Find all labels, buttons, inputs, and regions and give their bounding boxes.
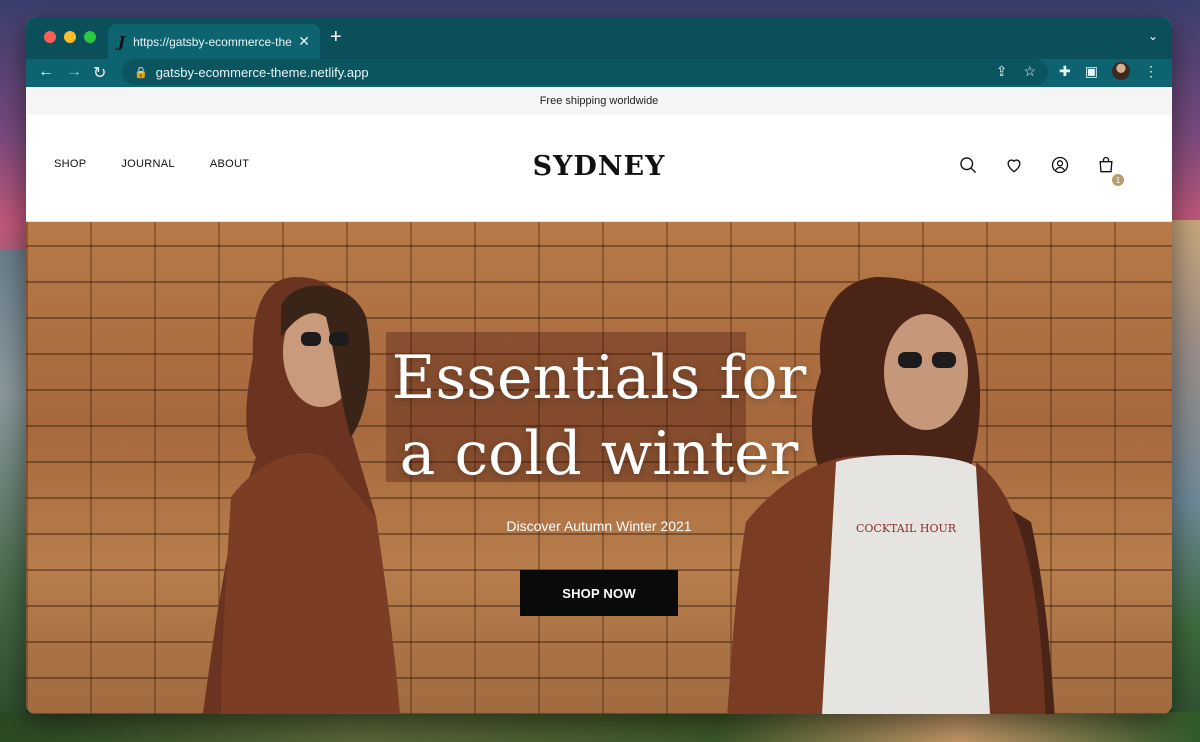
nav-about[interactable]: ABOUT [210, 158, 249, 170]
tab-search-chevron-icon[interactable]: ⌄ [1148, 29, 1158, 43]
kebab-menu-icon[interactable]: ⋮ [1144, 63, 1158, 80]
main-nav: SHOP JOURNAL ABOUT [54, 158, 249, 170]
nav-journal[interactable]: JOURNAL [121, 158, 174, 170]
extensions-icon[interactable]: ✚ [1059, 63, 1071, 80]
url-text: gatsby-ecommerce-theme.netlify.app [155, 64, 369, 80]
minimize-window-button[interactable] [64, 31, 76, 43]
heart-icon[interactable] [1004, 155, 1024, 175]
site-logo[interactable]: SYDNEY [533, 151, 666, 182]
bag-icon [1099, 156, 1113, 173]
zoom-window-button[interactable] [84, 31, 96, 43]
search-icon[interactable] [958, 155, 978, 175]
lock-icon[interactable]: 🔒 [134, 66, 148, 79]
back-icon[interactable]: ← [38, 63, 54, 81]
close-tab-icon[interactable]: ✕ [298, 33, 310, 50]
browser-window: J https://gatsby-ecommerce-theme.netlify… [26, 17, 1172, 714]
reload-icon[interactable]: ↻ [93, 63, 106, 83]
favicon: J [118, 32, 126, 51]
desktop-background-right [1172, 220, 1200, 730]
browser-toolbar: ← → ↻ 🔒 gatsby-ecommerce-theme.netlify.a… [26, 59, 1172, 87]
profile-avatar[interactable] [1112, 62, 1130, 80]
shop-now-button[interactable]: SHOP NOW [520, 570, 678, 616]
new-tab-button[interactable]: + [330, 26, 342, 49]
account-icon[interactable] [1050, 155, 1070, 175]
bookmark-star-icon[interactable]: ☆ [1023, 63, 1036, 80]
hero-title: Essentials for a cold winter [26, 340, 1172, 492]
nav-shop[interactable]: SHOP [54, 158, 86, 170]
share-icon[interactable]: ⇪ [996, 63, 1008, 80]
desktop-background-bottom [0, 712, 1200, 742]
site-header: SHOP JOURNAL ABOUT SYDNEY 1 [26, 115, 1172, 222]
hero-title-line-1: Essentials for [391, 343, 807, 413]
hero-title-line-2: a cold winter [399, 419, 799, 489]
desktop-background-left [0, 250, 26, 730]
sidebar-icon[interactable]: ▣ [1085, 63, 1098, 80]
hero-subtitle: Discover Autumn Winter 2021 [506, 518, 692, 534]
address-bar[interactable]: 🔒 gatsby-ecommerce-theme.netlify.app ⇪ ☆ [122, 59, 1048, 85]
tab-bar: J https://gatsby-ecommerce-theme.netlify… [26, 17, 1172, 59]
cart-button[interactable]: 1 [1096, 155, 1124, 186]
announcement-bar: Free shipping worldwide [26, 87, 1172, 115]
window-controls [44, 31, 96, 43]
close-window-button[interactable] [44, 31, 56, 43]
forward-icon[interactable]: → [66, 63, 82, 81]
tab-title: https://gatsby-ecommerce-theme.netlify.a… [133, 34, 292, 49]
tab-active[interactable]: J https://gatsby-ecommerce-theme.netlify… [108, 24, 320, 59]
hero-banner: COCKTAIL HOUR Essentials for a cold wint… [26, 222, 1172, 714]
cart-count-badge: 1 [1112, 174, 1124, 186]
